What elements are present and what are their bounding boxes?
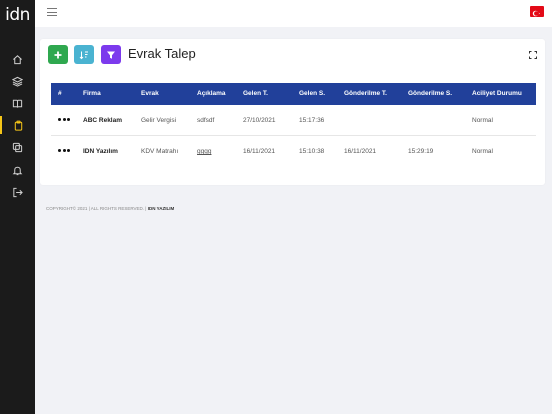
sort-icon [79, 51, 88, 59]
column-header-aciliyet[interactable]: Aciliyet Durumu [472, 83, 522, 105]
footer-brand: IDN YAZILIM [147, 206, 175, 211]
sort-button[interactable] [74, 45, 94, 64]
column-header-index[interactable]: # [58, 83, 62, 105]
row-actions-icon[interactable] [58, 118, 70, 122]
filter-icon [107, 51, 115, 59]
page-title: Evrak Talep [128, 46, 196, 61]
app-logo: idn [5, 5, 30, 25]
cell-firma: ABC Reklam [83, 117, 123, 124]
table-row: ABC Reklam Gelir Vergisi sdfsdf 27/10/20… [51, 106, 536, 136]
column-header-gonderilme-t[interactable]: Gönderilme T. [344, 83, 387, 105]
add-button[interactable] [48, 45, 68, 64]
row-actions-icon[interactable] [58, 149, 70, 153]
column-header-evrak[interactable]: Evrak [141, 83, 159, 105]
cell-aciliyet: Normal [472, 117, 493, 124]
turkey-flag-icon[interactable] [530, 6, 544, 17]
sidebar-item-copy[interactable] [0, 138, 35, 156]
sidebar-item-home[interactable] [0, 50, 35, 68]
menu-toggle-icon[interactable] [47, 8, 57, 16]
column-header-gonderilme-s[interactable]: Gönderilme S. [408, 83, 452, 105]
footer: COPYRIGHT© 2021 | ALL RIGHTS RESERVED. |… [46, 206, 174, 211]
sidebar-item-notifications[interactable] [0, 161, 35, 179]
copyright-text: COPYRIGHT© 2021 | ALL RIGHTS RESERVED. | [46, 206, 147, 211]
cell-gonderilme-s: 15:29:19 [408, 148, 434, 155]
sidebar-item-clipboard[interactable] [0, 116, 35, 134]
column-header-aciklama[interactable]: Açıklama [197, 83, 226, 105]
cell-aciklama: sdfsdf [197, 117, 215, 124]
cell-evrak: KDV Matrahı [141, 148, 179, 155]
sidebar-item-book[interactable] [0, 94, 35, 112]
cell-gelen-s: 15:17:36 [299, 117, 325, 124]
home-icon [13, 54, 22, 64]
layers-icon [12, 76, 23, 87]
cell-aciliyet: Normal [472, 148, 493, 155]
column-header-gelen-t[interactable]: Gelen T. [243, 83, 268, 105]
clipboard-icon [14, 120, 23, 131]
topbar [35, 0, 552, 27]
cell-firma: IDN Yazılım [83, 148, 118, 155]
book-icon [12, 99, 23, 108]
plus-icon [54, 51, 62, 58]
sidebar-item-layers[interactable] [0, 72, 35, 90]
cell-evrak: Gelir Vergisi [141, 117, 177, 124]
cell-aciklama[interactable]: gggg [197, 137, 211, 167]
copy-icon [12, 142, 23, 152]
cell-gonderilme-t: 16/11/2021 [344, 148, 377, 155]
table-row: IDN Yazılım KDV Matrahı gggg 16/11/2021 … [51, 137, 536, 167]
fullscreen-icon[interactable] [529, 51, 537, 59]
logout-icon [13, 187, 23, 197]
column-header-gelen-s[interactable]: Gelen S. [299, 83, 325, 105]
column-header-firma[interactable]: Firma [83, 83, 101, 105]
cell-gelen-t: 27/10/2021 [243, 117, 276, 124]
sidebar-item-logout[interactable] [0, 183, 35, 201]
table-header: # Firma Evrak Açıklama Gelen T. Gelen S.… [51, 83, 536, 105]
cell-gelen-s: 15:10:38 [299, 148, 325, 155]
sidebar: idn [0, 0, 35, 414]
cell-gelen-t: 16/11/2021 [243, 148, 276, 155]
filter-button[interactable] [101, 45, 121, 64]
evrak-talep-card: Evrak Talep # Firma Evrak Açıklama Gelen… [40, 39, 545, 185]
bell-icon [12, 166, 23, 175]
